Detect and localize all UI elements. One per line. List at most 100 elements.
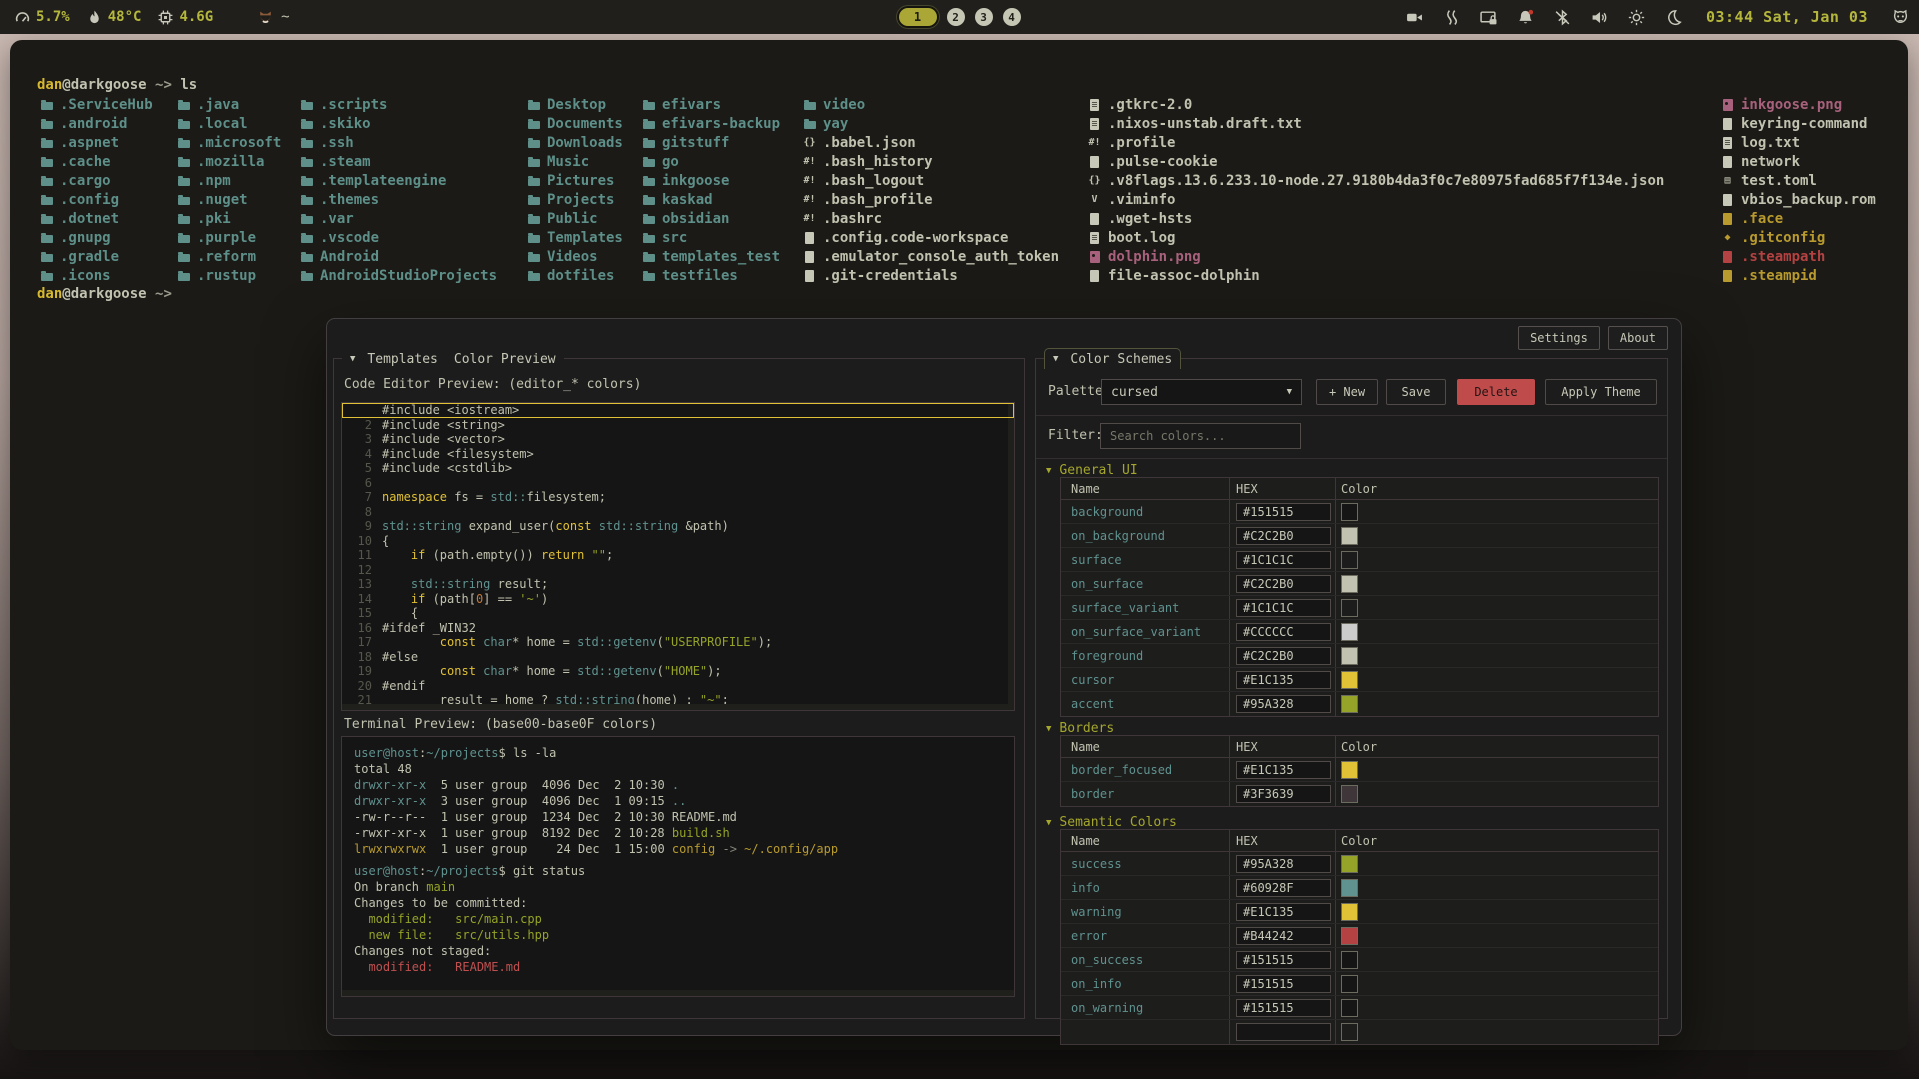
hex-input[interactable]: #C2C2B0: [1236, 647, 1331, 665]
color-swatch[interactable]: [1341, 951, 1358, 969]
clock[interactable]: 03:44 Sat, Jan 03: [1706, 8, 1868, 26]
terminal-line: Changes to be committed:: [354, 895, 1014, 911]
editor-line: 20#endif: [342, 679, 1014, 694]
folder-icon: [526, 232, 541, 243]
code-token: 3 user group 4096 Dec 1 09:15: [426, 794, 672, 808]
color-swatch[interactable]: [1341, 695, 1358, 713]
ls-entry-name: .ServiceHub: [60, 97, 153, 113]
hex-input[interactable]: #95A328: [1236, 695, 1331, 713]
hex-input[interactable]: #B44242: [1236, 927, 1331, 945]
hex-input[interactable]: #95A328: [1236, 855, 1331, 873]
ls-entry: .wget-hsts: [1087, 209, 1664, 228]
bell-icon[interactable]: [1517, 9, 1534, 26]
heat-icon[interactable]: [1443, 9, 1460, 26]
hex-input[interactable]: #1C1C1C: [1236, 551, 1331, 569]
volume-icon[interactable]: [1591, 9, 1608, 26]
tab-color-preview[interactable]: Color Preview: [454, 352, 556, 367]
new-palette-button[interactable]: + New: [1316, 379, 1378, 405]
hex-input[interactable]: #60928F: [1236, 879, 1331, 897]
workspace-4[interactable]: 4: [1003, 8, 1021, 26]
ls-entry: Videos: [526, 247, 623, 266]
apply-theme-button[interactable]: Apply Theme: [1545, 379, 1657, 405]
code-token: ..: [672, 794, 686, 808]
hex-input[interactable]: #151515: [1236, 951, 1331, 969]
code-token: [382, 592, 411, 606]
color-swatch[interactable]: [1341, 975, 1358, 993]
color-swatch[interactable]: [1341, 879, 1358, 897]
hex-input[interactable]: #C2C2B0: [1236, 527, 1331, 545]
hex-input[interactable]: #E1C135: [1236, 761, 1331, 779]
color-swatch[interactable]: [1341, 623, 1358, 641]
code-token: user@host: [354, 746, 419, 760]
color-swatch[interactable]: [1341, 647, 1358, 665]
hex-input[interactable]: #E1C135: [1236, 671, 1331, 689]
ls-entry: boot.log: [1087, 228, 1664, 247]
hex-input[interactable]: #151515: [1236, 975, 1331, 993]
about-button[interactable]: About: [1608, 326, 1668, 350]
ls-entry-name: .scripts: [320, 97, 387, 113]
color-row: on_success#151515: [1061, 948, 1658, 972]
color-swatch[interactable]: [1341, 855, 1358, 873]
screen-lock-icon[interactable]: [1480, 9, 1497, 26]
color-swatch[interactable]: [1341, 999, 1358, 1017]
hex-input[interactable]: #C2C2B0: [1236, 575, 1331, 593]
owl-icon[interactable]: [1892, 9, 1909, 26]
ls-entry: #!.bash_profile: [802, 190, 1059, 209]
terminal-line: drwxr-xr-x 3 user group 4096 Dec 1 09:15…: [354, 793, 1014, 809]
hex-input[interactable]: #1C1C1C: [1236, 599, 1331, 617]
workspace-1[interactable]: 1: [899, 8, 937, 26]
color-swatch[interactable]: [1341, 903, 1358, 921]
workspace-3[interactable]: 3: [975, 8, 993, 26]
ls-entry-name: .emulator_console_auth_token: [823, 249, 1059, 265]
palette-dropdown[interactable]: cursed ▼: [1101, 379, 1302, 405]
json-file-icon: {}: [1087, 171, 1102, 190]
color-swatch[interactable]: [1341, 785, 1358, 803]
bluetooth-off-icon[interactable]: [1554, 9, 1571, 26]
table-header: NameHEXColor: [1061, 830, 1658, 852]
terminal-preview[interactable]: user@host:~/projects$ ls -latotal 48drwx…: [341, 736, 1015, 997]
folder-icon: [39, 118, 54, 129]
prompt-path: ~>: [147, 77, 172, 93]
color-swatch[interactable]: [1341, 575, 1358, 593]
hex-input[interactable]: #E1C135: [1236, 903, 1331, 921]
brightness-icon[interactable]: [1628, 9, 1645, 26]
hex-input[interactable]: #151515: [1236, 999, 1331, 1017]
git-config-icon: ◆: [1720, 228, 1735, 247]
night-light-icon[interactable]: [1665, 9, 1682, 26]
line-number: 17: [342, 635, 382, 650]
camera-icon[interactable]: [1406, 9, 1423, 26]
hex-input[interactable]: [1236, 1023, 1331, 1041]
ls-entry-name: .nuget: [197, 192, 248, 208]
color-swatch[interactable]: [1341, 671, 1358, 689]
section-header-1[interactable]: ▼Borders: [1046, 721, 1114, 736]
color-swatch[interactable]: [1341, 503, 1358, 521]
hex-input[interactable]: #151515: [1236, 503, 1331, 521]
filter-icon: ▼: [1053, 354, 1058, 364]
section-header-2[interactable]: ▼Semantic Colors: [1046, 815, 1177, 830]
ls-entry-name: inkgoose: [662, 173, 729, 189]
color-swatch[interactable]: [1341, 551, 1358, 569]
color-row: success#95A328: [1061, 852, 1658, 876]
code-token: const: [440, 635, 476, 649]
hex-input[interactable]: #3F3639: [1236, 785, 1331, 803]
ls-entry: vbios_backup.rom: [1720, 190, 1876, 209]
ls-entry: .microsoft: [176, 133, 281, 152]
search-colors-input[interactable]: [1100, 423, 1301, 449]
color-name: on_surface_variant: [1061, 620, 1230, 643]
color-swatch[interactable]: [1341, 927, 1358, 945]
folder-icon: [176, 156, 191, 167]
tab-templates[interactable]: Templates: [367, 352, 437, 367]
hex-input[interactable]: #CCCCCC: [1236, 623, 1331, 641]
color-swatch[interactable]: [1341, 599, 1358, 617]
settings-button[interactable]: Settings: [1518, 326, 1600, 350]
workspace-2[interactable]: 2: [947, 8, 965, 26]
folder-icon: [299, 270, 314, 281]
delete-button[interactable]: Delete: [1457, 379, 1535, 405]
code-editor-preview[interactable]: #include <iostream>2#include <string>3#i…: [341, 402, 1015, 711]
color-swatch[interactable]: [1341, 527, 1358, 545]
color-swatch[interactable]: [1341, 1023, 1358, 1041]
code-token: [382, 577, 411, 591]
color-swatch[interactable]: [1341, 761, 1358, 779]
save-button[interactable]: Save: [1386, 379, 1446, 405]
section-header-0[interactable]: ▼General UI: [1046, 463, 1138, 478]
